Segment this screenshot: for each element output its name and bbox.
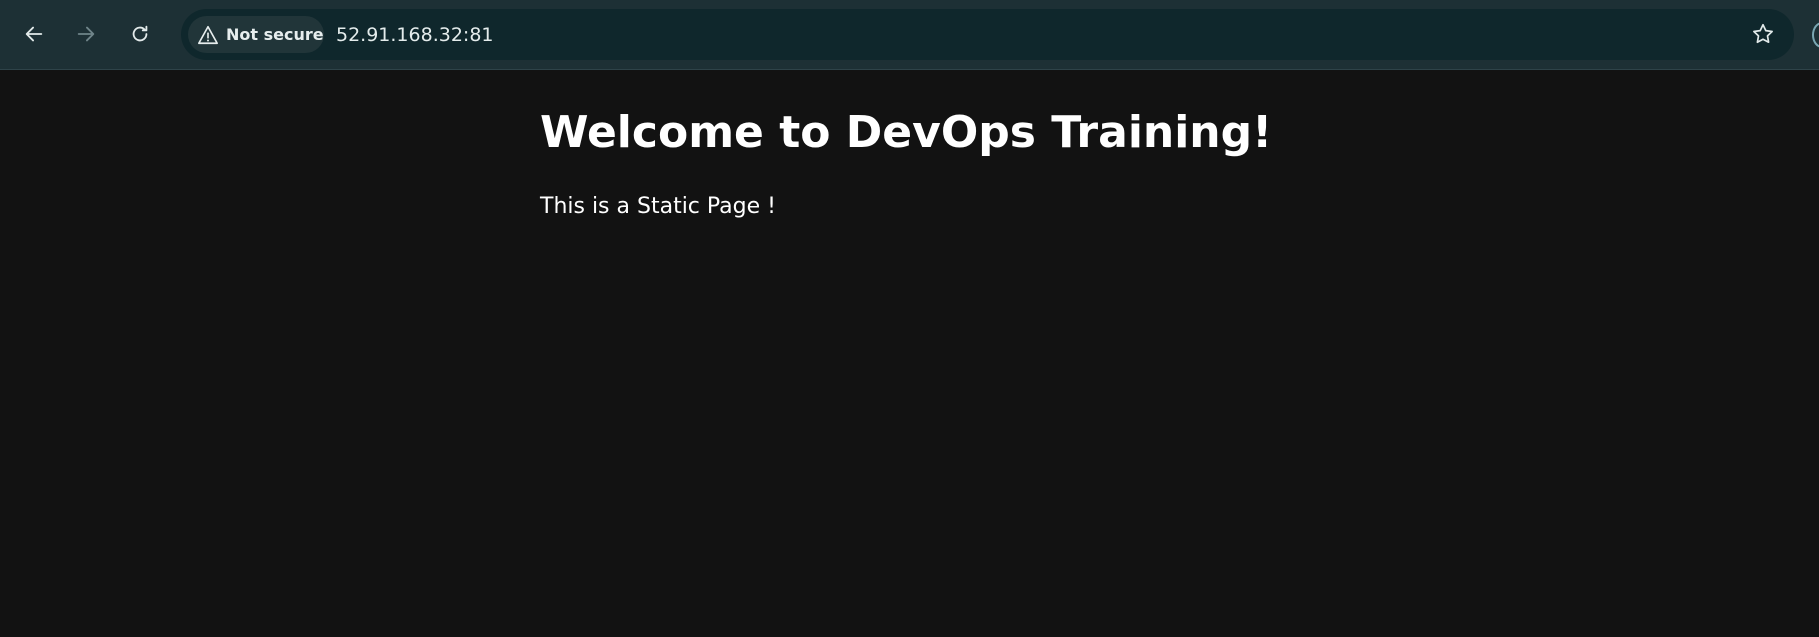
- star-icon: [1753, 23, 1773, 44]
- bookmark-button[interactable]: [1744, 15, 1782, 53]
- back-button[interactable]: [15, 15, 53, 53]
- page-text: This is a Static Page !: [540, 194, 776, 219]
- address-bar[interactable]: Not secure 52.91.168.32:81: [181, 9, 1794, 60]
- arrow-left-icon: [25, 26, 43, 42]
- reload-button[interactable]: [121, 15, 159, 53]
- arrow-right-icon: [77, 26, 95, 42]
- security-label: Not secure: [226, 25, 324, 44]
- reload-icon: [132, 25, 148, 42]
- page-heading: Welcome to DevOps Training!: [540, 107, 1273, 158]
- browser-toolbar: Not secure 52.91.168.32:81: [0, 0, 1819, 70]
- page-viewport: Welcome to DevOps Training! This is a St…: [0, 71, 1819, 637]
- profile-avatar[interactable]: [1812, 22, 1819, 48]
- forward-button[interactable]: [67, 15, 105, 53]
- url-text[interactable]: 52.91.168.32:81: [336, 23, 494, 47]
- warning-triangle-icon: [198, 25, 218, 44]
- security-indicator[interactable]: Not secure: [188, 16, 324, 53]
